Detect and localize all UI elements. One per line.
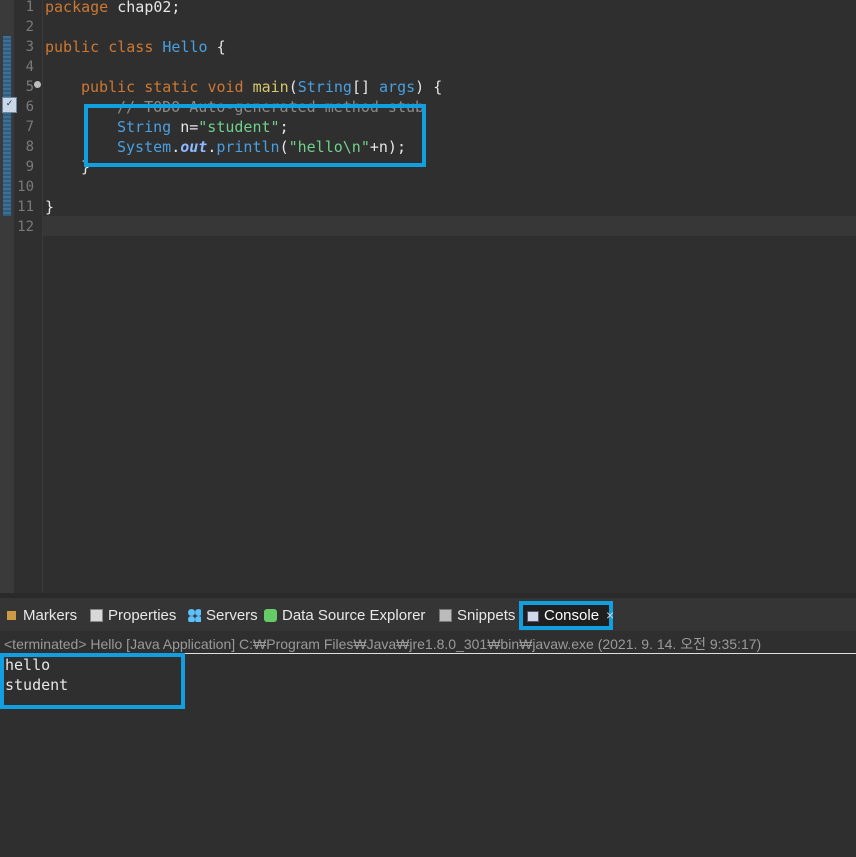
code-editor[interactable]: 1 2 3 4 5 6 7 8 9 10 11 12 ✓ package cha… [0,0,856,593]
line-number: 2 [25,19,34,35]
code-text: ( [288,78,298,96]
param-name: args [379,78,416,96]
line-number: 1 [25,0,34,15]
code-text: [] [351,78,380,96]
markers-icon [5,609,18,622]
ruler-annotation [3,36,11,216]
tab-label: Markers [23,607,78,624]
console-tab-highlight-box [519,601,613,630]
tab-data-source-explorer[interactable]: Data Source Explorer [264,606,425,626]
servers-icon [188,609,201,622]
tab-label: Properties [108,607,177,624]
line-number: 10 [17,179,34,195]
type-name: String [297,78,352,96]
task-marker-icon[interactable]: ✓ [2,97,17,113]
close-icon[interactable]: × [606,607,614,623]
code-line-3[interactable]: public class Hello { [45,37,226,57]
line-number: 8 [25,139,34,155]
line-number: 4 [25,59,34,75]
current-line-highlight [43,216,856,236]
line-number: 6 [25,99,34,115]
tab-properties[interactable]: Properties [90,606,176,626]
line-number: 9 [25,159,34,175]
console-status: <terminated> Hello [Java Application] C:… [4,636,762,652]
tab-markers[interactable]: Markers [5,606,77,626]
line-number: 5 [25,79,34,95]
line-number: 3 [25,39,34,55]
line-number: 11 [17,199,34,215]
keyword: public [81,78,136,96]
code-line-5[interactable]: public static void main(String[] args) { [81,77,442,97]
tab-label: Servers [206,607,258,624]
code-text: chap02; [108,0,181,16]
view-tab-bar: Markers Properties Servers Data Source E… [0,598,856,631]
snippets-icon [439,609,452,622]
line-number: 7 [25,119,34,135]
keyword: package [45,0,109,16]
keyword: public [45,38,100,56]
fold-collapse-icon[interactable] [34,81,41,88]
output-highlight-box [0,653,185,709]
tab-label: Data Source Explorer [282,607,426,624]
line-number: 12 [17,219,34,235]
tab-snippets[interactable]: Snippets [439,606,515,626]
properties-icon [90,609,103,622]
code-line-1[interactable]: package chap02; [45,0,180,17]
keyword: static [144,78,199,96]
keyword: void [207,78,244,96]
code-highlight-box [84,104,426,167]
code-text: ) { [415,78,443,96]
keyword: class [108,38,154,56]
tab-label: Snippets [457,607,516,624]
code-line-11[interactable]: } [45,197,54,217]
database-icon [264,609,277,622]
tab-servers[interactable]: Servers [188,606,258,626]
overview-ruler [0,0,14,593]
method-name: main [252,78,289,96]
line-number-gutter: 1 2 3 4 5 6 7 8 9 10 11 12 [14,0,43,593]
code-text: { [207,38,226,56]
class-name: Hello [162,38,208,56]
